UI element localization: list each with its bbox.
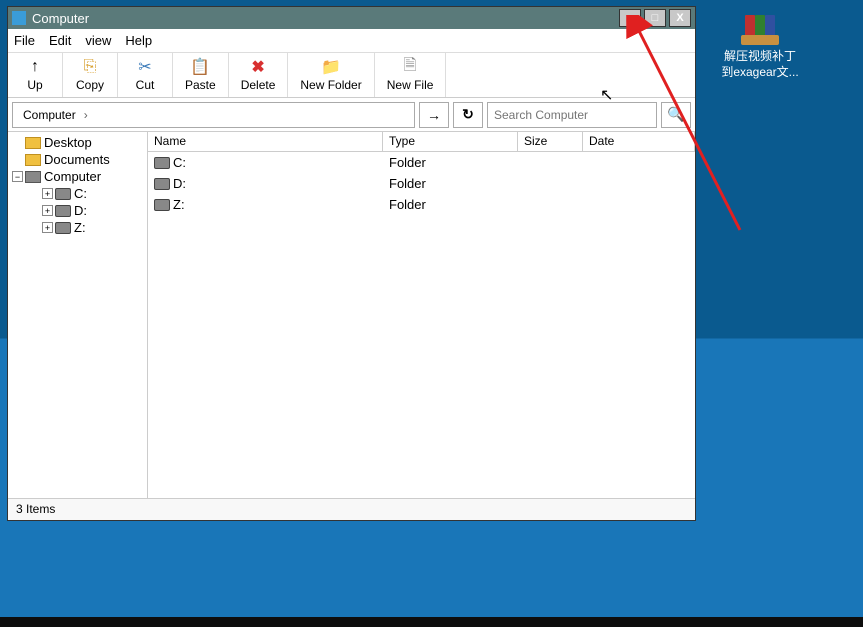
tree-label: D: (74, 203, 87, 218)
chevron-right-icon[interactable]: › (80, 108, 92, 122)
cell-type: Folder (383, 154, 518, 171)
drive-icon (55, 205, 71, 217)
cell-name: Z: (173, 197, 185, 212)
cell-name: D: (173, 176, 186, 191)
titlebar[interactable]: Computer _ □ X (8, 7, 695, 29)
folder-icon (25, 154, 41, 166)
new-file-label: New File (387, 78, 434, 92)
delete-button[interactable]: ✖ Delete (229, 53, 289, 97)
close-button[interactable]: X (669, 9, 691, 27)
list-item[interactable]: Z: Folder (148, 194, 695, 215)
minimize-button[interactable]: _ (619, 9, 641, 27)
paste-icon: 📋 (191, 58, 209, 76)
tree-expand-icon[interactable]: + (42, 222, 53, 233)
search-button[interactable]: 🔍 (661, 102, 691, 128)
cell-type: Folder (383, 196, 518, 213)
tree-drive-d[interactable]: + D: (10, 202, 145, 219)
column-name[interactable]: Name (148, 132, 383, 151)
column-date[interactable]: Date (583, 132, 695, 151)
tree-drive-c[interactable]: + C: (10, 185, 145, 202)
copy-icon: ⎘ (81, 58, 99, 76)
status-bar: 3 Items (8, 498, 695, 520)
drive-icon (55, 222, 71, 234)
paste-label: Paste (185, 78, 216, 92)
cut-icon: ✂ (136, 58, 154, 76)
tree-drive-z[interactable]: + Z: (10, 219, 145, 236)
breadcrumb[interactable]: Computer › (12, 102, 415, 128)
menubar: File Edit view Help (8, 29, 695, 53)
menu-file[interactable]: File (14, 33, 35, 48)
cell-date (583, 175, 695, 192)
address-bar: Computer › → ↻ 🔍 (8, 98, 695, 132)
maximize-button[interactable]: □ (644, 9, 666, 27)
menu-view[interactable]: view (85, 33, 111, 48)
tree-computer[interactable]: − Computer (10, 168, 145, 185)
tree-expand-icon[interactable]: + (42, 188, 53, 199)
new-folder-icon: 📁 (322, 58, 340, 76)
tree-label: Z: (74, 220, 86, 235)
computer-icon (25, 171, 41, 183)
up-button[interactable]: ↑ Up (8, 53, 63, 97)
list-body: C: Folder D: Folder Z: Folder (148, 152, 695, 498)
up-label: Up (27, 78, 42, 92)
new-folder-button[interactable]: 📁 New Folder (288, 53, 374, 97)
desktop-icon-label: 解压视频补丁 到exagear文... (721, 49, 798, 80)
list-item[interactable]: C: Folder (148, 152, 695, 173)
tree-desktop[interactable]: Desktop (10, 134, 145, 151)
file-manager-window: Computer _ □ X File Edit view Help ↑ Up … (7, 6, 696, 521)
tree-label: C: (74, 186, 87, 201)
new-folder-label: New Folder (300, 78, 361, 92)
cell-name: C: (173, 155, 186, 170)
column-size[interactable]: Size (518, 132, 583, 151)
status-text: 3 Items (16, 502, 55, 516)
paste-button[interactable]: 📋 Paste (173, 53, 229, 97)
list-item[interactable]: D: Folder (148, 173, 695, 194)
copy-label: Copy (76, 78, 104, 92)
column-type[interactable]: Type (383, 132, 518, 151)
cell-size (518, 196, 583, 213)
cell-date (583, 196, 695, 213)
window-title: Computer (32, 11, 619, 26)
list-header: Name Type Size Date (148, 132, 695, 152)
cell-size (518, 154, 583, 171)
tree-documents[interactable]: Documents (10, 151, 145, 168)
go-button[interactable]: → (419, 102, 449, 128)
content-area: Desktop Documents − Computer + C: + D: (8, 132, 695, 498)
search-icon: 🔍 (667, 106, 684, 123)
drive-icon (154, 199, 170, 211)
file-list: Name Type Size Date C: Folder D: Folder (148, 132, 695, 498)
desktop-shortcut[interactable]: 解压视频补丁 到exagear文... (720, 13, 800, 80)
delete-label: Delete (241, 78, 276, 92)
cell-date (583, 154, 695, 171)
drive-icon (55, 188, 71, 200)
delete-icon: ✖ (249, 58, 267, 76)
tree-expand-icon[interactable]: + (42, 205, 53, 216)
menu-help[interactable]: Help (125, 33, 152, 48)
sidebar-tree: Desktop Documents − Computer + C: + D: (8, 132, 148, 498)
window-controls: _ □ X (619, 9, 691, 27)
cut-label: Cut (136, 78, 155, 92)
cell-size (518, 175, 583, 192)
new-file-icon: 🗎 (401, 58, 419, 76)
tree-collapse-icon[interactable]: − (12, 171, 23, 182)
cut-button[interactable]: ✂ Cut (118, 53, 173, 97)
folder-icon (25, 137, 41, 149)
drive-icon (154, 157, 170, 169)
tree-label: Documents (44, 152, 110, 167)
tree-label: Computer (44, 169, 101, 184)
search-input[interactable] (487, 102, 657, 128)
new-file-button[interactable]: 🗎 New File (375, 53, 447, 97)
toolbar: ↑ Up ⎘ Copy ✂ Cut 📋 Paste ✖ Delete 📁 New… (8, 53, 695, 98)
refresh-button[interactable]: ↻ (453, 102, 483, 128)
cell-type: Folder (383, 175, 518, 192)
archive-icon (739, 13, 781, 45)
drive-icon (154, 178, 170, 190)
up-arrow-icon: ↑ (26, 58, 44, 76)
app-icon (12, 11, 26, 25)
tree-label: Desktop (44, 135, 92, 150)
menu-edit[interactable]: Edit (49, 33, 71, 48)
taskbar[interactable] (0, 617, 863, 627)
breadcrumb-segment[interactable]: Computer (19, 108, 80, 122)
copy-button[interactable]: ⎘ Copy (63, 53, 118, 97)
